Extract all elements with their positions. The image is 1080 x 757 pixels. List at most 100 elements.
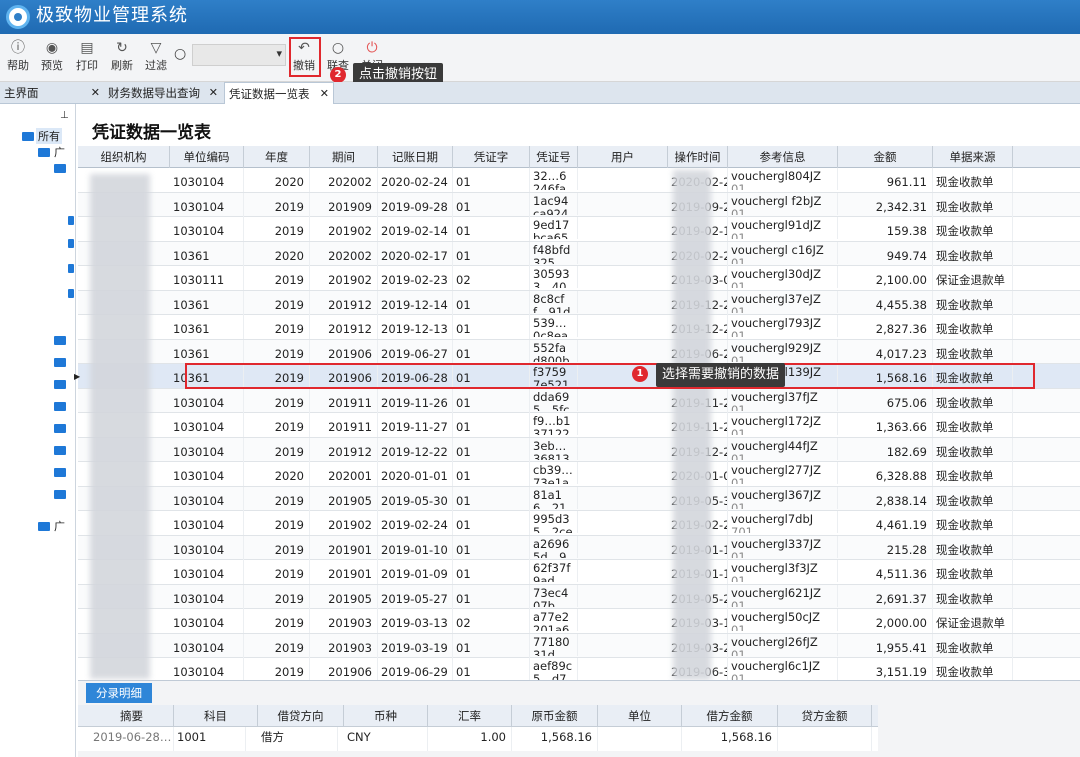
column-header[interactable]: 单位编码 — [170, 146, 244, 168]
table-row[interactable]: 103010420192019032019-03-19017718031d5…2… — [78, 633, 1080, 658]
cell-period: 201903 — [310, 633, 378, 658]
cell-line-continued: 01 — [731, 231, 746, 240]
tree-child-label[interactable]: 广 — [54, 518, 65, 534]
table-row[interactable]: 103010420192019122019-12-22013eb…368132d… — [78, 437, 1080, 462]
cell-word: 01 — [453, 462, 530, 486]
cell-code: 1030104 — [170, 658, 244, 682]
voucher-number-cell: 995d35…2ce54656845af96… — [530, 511, 578, 533]
table-row[interactable]: 103010420192019092019-09-28011ac94ca924b… — [78, 192, 1080, 217]
voucher-number-cell: 3eb…368132d4fbbac42d5… — [530, 437, 578, 460]
cell-period: 201906 — [310, 658, 378, 682]
detail-column-header[interactable]: 汇率 — [428, 705, 512, 727]
detail-column-header[interactable]: 摘要 — [90, 705, 174, 727]
folder-icon — [38, 148, 50, 157]
detail-column-header[interactable]: 借方金额 — [682, 705, 778, 727]
column-header[interactable]: 金额 — [838, 146, 933, 168]
folder-icon — [68, 239, 74, 248]
table-row[interactable]: 1036120192019122019-12-1301539…0c8ea3463… — [78, 315, 1080, 340]
table-row[interactable]: 103010420192019052019-05-300181a16…21134… — [78, 486, 1080, 511]
cell-date: 2019-12-14 — [378, 290, 453, 315]
help-button[interactable]: ⓘ 帮助 — [2, 39, 34, 73]
cell-line-continued: 01 — [731, 623, 746, 632]
table-row[interactable]: 103010420202020012020-01-0101cb39…73e1aa… — [78, 462, 1080, 487]
cell-year: 2019 — [244, 388, 310, 413]
filter-button[interactable]: ▽ 过滤 — [140, 39, 172, 73]
table-row[interactable]: 103011120192019022019-02-2302305933…40d4… — [78, 266, 1080, 291]
detail-column-header[interactable]: 币种 — [344, 705, 428, 727]
close-icon[interactable]: ✕ — [209, 82, 218, 104]
table-row[interactable]: 103010420192019032019-03-1302a77e2201a6c… — [78, 609, 1080, 634]
cell-source: 现金收款单 — [933, 241, 1013, 266]
tab-finance-export[interactable]: 财务数据导出查询 ✕ — [104, 82, 222, 104]
cell-line: 81a16…211345b5827b30f — [533, 487, 567, 509]
cell-line: vouchergl30dJZ — [731, 267, 822, 281]
column-header[interactable]: 参考信息 — [728, 146, 838, 168]
voucher-number-cell: 1ac94ca924b2…01773b1…491533 — [530, 192, 578, 215]
table-row[interactable]: 103010420192019112019-11-2601dda695…5fca… — [78, 388, 1080, 413]
column-header[interactable]: 期间 — [310, 146, 378, 168]
detail-column-header[interactable]: 贷方金额 — [778, 705, 872, 727]
cell-amount: 4,017.23 — [838, 339, 933, 364]
cell-line-continued: 01 — [731, 427, 746, 436]
column-header[interactable]: 凭证字 — [453, 146, 530, 168]
detail-column-header[interactable]: 单位 — [598, 705, 682, 727]
reference-cell: vouchergl50cJZ 01 — [728, 609, 838, 631]
table-row[interactable]: 1036120202020022020-02-1701f48bfd325…45d… — [78, 241, 1080, 266]
detail-column-header[interactable]: 科目 — [174, 705, 258, 727]
table-row[interactable]: 1036120192019122019-12-14018c8cff…91d147… — [78, 290, 1080, 315]
table-row[interactable]: 103010420202020022020-02-240132…6246fa9c… — [78, 168, 1080, 193]
column-header[interactable]: 年度 — [244, 146, 310, 168]
tree-root-label[interactable]: 所有 — [36, 128, 62, 144]
voucher-number-cell: 62f37f9ad…34e9da8224f2… — [530, 560, 578, 582]
cell-source: 保证金退款单 — [933, 609, 1013, 633]
close-icon[interactable]: ✕ — [320, 83, 329, 105]
detail-column-header[interactable]: 借贷方向 — [258, 705, 344, 727]
toolbar: ⓘ帮助 ◉预览 ▤打印 ↻刷新 ▽过滤 ○ ↶撤销 ○联查 ⏻关闭 — [0, 34, 1080, 82]
table-row[interactable]: 103010420192019012019-01-090162f37f9ad…3… — [78, 560, 1080, 585]
cell-line-continued: 01 — [731, 574, 746, 583]
folder-icon — [54, 468, 66, 477]
column-header[interactable]: 记账日期 — [378, 146, 453, 168]
cell-code: 10361 — [170, 241, 244, 266]
cell-line: vouchergl804JZ — [731, 169, 822, 183]
print-button[interactable]: ▤ 打印 — [71, 39, 103, 73]
cell-code: 1030104 — [170, 633, 244, 658]
table-row[interactable]: 103010420192019022019-02-14019ed17bca655… — [78, 217, 1080, 242]
close-icon[interactable]: ✕ — [91, 82, 100, 104]
detail-column-header[interactable]: 原币金额 — [512, 705, 598, 727]
cell-year: 2019 — [244, 584, 310, 609]
table-row[interactable]: 103010420192019022019-02-2401995d35…2ce5… — [78, 511, 1080, 536]
cell-line: vouchergl337JZ — [731, 536, 822, 551]
table-row[interactable]: 103010420192019062019-06-2901aef89c5…d74… — [78, 658, 1080, 683]
preview-button[interactable]: ◉ 预览 — [36, 39, 68, 73]
cell-code: 1030104 — [170, 217, 244, 241]
search-dropdown[interactable] — [192, 44, 286, 66]
refresh-button[interactable]: ↻ 刷新 — [106, 39, 138, 73]
cell-amount: 4,511.36 — [838, 560, 933, 584]
tree-child-label[interactable]: 广 — [54, 144, 65, 160]
cell-year: 2020 — [244, 168, 310, 192]
column-header[interactable]: 凭证号 — [530, 146, 578, 168]
cell-code: 1030104 — [170, 560, 244, 584]
cell-word: 01 — [453, 633, 530, 658]
tab-main[interactable]: 主界面 ✕ — [0, 82, 104, 104]
tab-entry-detail[interactable]: 分录明细 — [86, 683, 152, 703]
column-header[interactable]: 操作时间 — [668, 146, 728, 168]
table-row[interactable]: 103010420192019112019-11-2701f9…b1371224… — [78, 413, 1080, 438]
column-header[interactable]: 单据来源 — [933, 146, 1013, 168]
reference-cell: vouchergl7dbJ 701 — [728, 511, 838, 533]
detail-row[interactable]: 2019-06-28… 1001 借方 CNY 1.00 1,568.16 1,… — [78, 727, 878, 751]
cell-source: 现金收款单 — [933, 535, 1013, 560]
pin-icon[interactable]: ⊥ — [60, 110, 69, 121]
cell-period: 201906 — [310, 339, 378, 364]
cell-year: 2019 — [244, 413, 310, 437]
voucher-number-cell: a26965d…9684e4b8d1205… — [530, 535, 578, 558]
table-row[interactable]: 1036120192019062019-06-2701552fad800b594… — [78, 339, 1080, 364]
tab-voucher-list[interactable]: 凭证数据一览表 ✕ — [224, 82, 334, 104]
cell-source: 现金收款单 — [933, 315, 1013, 339]
table-row[interactable]: 103010420192019052019-05-270173ec407b1…4… — [78, 584, 1080, 609]
column-header[interactable]: 用户 — [578, 146, 668, 168]
table-row[interactable]: 103010420192019012019-01-1001a26965d…968… — [78, 535, 1080, 560]
column-header[interactable]: 组织机构 — [78, 146, 170, 168]
cell-date: 2020-02-17 — [378, 241, 453, 266]
